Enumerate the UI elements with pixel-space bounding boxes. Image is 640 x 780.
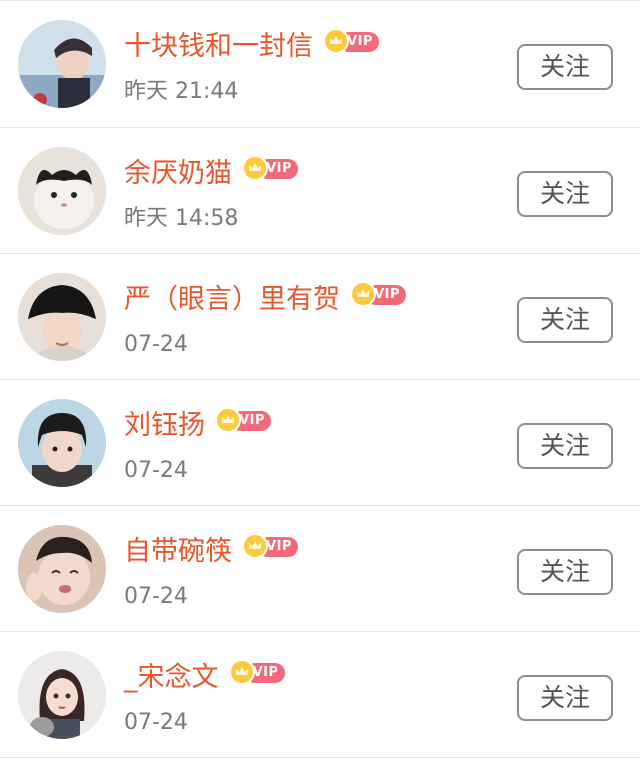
user-name[interactable]: 余厌奶猫 xyxy=(124,154,232,194)
user-name[interactable]: 十块钱和一封信 xyxy=(124,27,313,67)
name-line: _宋念文 VIP xyxy=(124,658,285,698)
crown-icon xyxy=(350,281,376,307)
user-name[interactable]: 严（眼言）里有贺 xyxy=(124,280,340,320)
avatar[interactable] xyxy=(18,399,106,487)
follow-button[interactable]: 关注 xyxy=(517,549,613,595)
list-item[interactable]: 十块钱和一封信 VIP 昨天 21:44 关注 xyxy=(0,0,640,128)
vip-badge: VIP xyxy=(323,28,379,54)
vip-badge: VIP xyxy=(228,659,285,685)
list-item[interactable]: 自带碗筷 VIP 07-24 关注 xyxy=(0,506,640,632)
timestamp: 07-24 xyxy=(124,584,188,609)
name-line: 自带碗筷 VIP xyxy=(124,532,298,572)
boy-bowl-cut-avatar-icon xyxy=(18,399,106,487)
timestamp: 07-24 xyxy=(124,458,188,483)
bucket-hat-photo-avatar-icon xyxy=(18,273,106,361)
user-name[interactable]: 自带碗筷 xyxy=(124,532,232,572)
name-line: 刘钰扬 VIP xyxy=(124,406,271,446)
boy-photo-avatar-icon xyxy=(18,20,106,108)
user-name[interactable]: _宋念文 xyxy=(124,658,219,698)
list-item[interactable]: 严（眼言）里有贺 VIP 07-24 关注 xyxy=(0,254,640,380)
timestamp: 07-24 xyxy=(124,710,188,735)
anime-girl-with-cat-avatar-icon xyxy=(18,651,106,739)
follow-button[interactable]: 关注 xyxy=(517,675,613,721)
name-line: 十块钱和一封信 VIP xyxy=(124,27,379,67)
user-list: 十块钱和一封信 VIP 昨天 21:44 关注 余厌奶猫 VIP 昨天 14:5… xyxy=(0,0,640,758)
timestamp: 昨天 21:44 xyxy=(124,79,239,104)
follow-button[interactable]: 关注 xyxy=(517,171,613,217)
avatar[interactable] xyxy=(18,651,106,739)
crown-icon xyxy=(242,155,268,181)
user-name[interactable]: 刘钰扬 xyxy=(124,406,205,446)
vip-badge: VIP xyxy=(215,407,271,433)
avatar[interactable] xyxy=(18,525,106,613)
name-line: 严（眼言）里有贺 VIP xyxy=(124,280,406,320)
follow-button[interactable]: 关注 xyxy=(517,423,613,469)
crying-face-avatar-icon xyxy=(18,525,106,613)
follow-button[interactable]: 关注 xyxy=(517,44,613,90)
timestamp: 昨天 14:58 xyxy=(124,206,239,231)
list-item[interactable]: 刘钰扬 VIP 07-24 关注 xyxy=(0,380,640,506)
avatar[interactable] xyxy=(18,147,106,235)
vip-badge: VIP xyxy=(242,155,298,181)
list-item[interactable]: 余厌奶猫 VIP 昨天 14:58 关注 xyxy=(0,128,640,254)
avatar[interactable] xyxy=(18,20,106,108)
list-item[interactable]: _宋念文 VIP 07-24 关注 xyxy=(0,632,640,758)
crown-icon xyxy=(215,407,241,433)
crown-icon xyxy=(323,28,349,54)
vip-badge: VIP xyxy=(350,281,406,307)
cat-photo-avatar-icon xyxy=(18,147,106,235)
crown-icon xyxy=(242,533,268,559)
vip-badge: VIP xyxy=(242,533,298,559)
crown-icon xyxy=(228,659,255,685)
follow-button[interactable]: 关注 xyxy=(517,297,613,343)
avatar[interactable] xyxy=(18,273,106,361)
name-line: 余厌奶猫 VIP xyxy=(124,154,298,194)
timestamp: 07-24 xyxy=(124,332,188,357)
